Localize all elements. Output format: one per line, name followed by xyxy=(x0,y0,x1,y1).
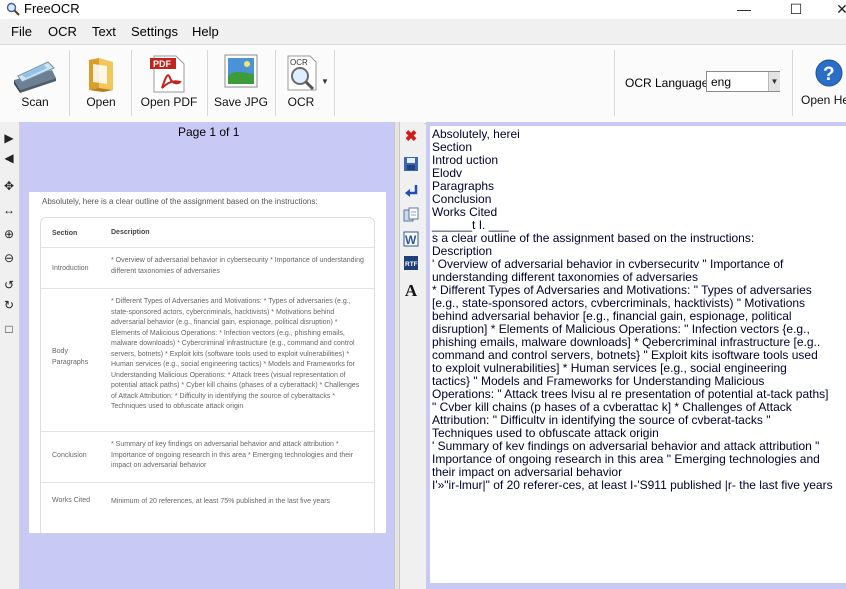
help-icon: ? xyxy=(815,59,843,87)
zoom-in-icon[interactable]: ⊕ xyxy=(2,227,16,241)
freeocr-app-icon xyxy=(6,2,20,16)
ocr-language-value: eng xyxy=(711,75,732,89)
svg-text:PDF: PDF xyxy=(153,59,172,69)
open-help-label: Open He xyxy=(801,93,846,107)
font-icon[interactable]: A xyxy=(403,282,419,299)
folder-icon xyxy=(89,58,113,92)
scan-label: Scan xyxy=(21,95,49,109)
title-bar xyxy=(0,0,846,19)
ocr-language-label: OCR Language: xyxy=(625,76,712,90)
clear-text-icon[interactable]: ✖ xyxy=(403,129,419,145)
menu-file[interactable]: File xyxy=(11,24,32,39)
doc-row-section: Introduction xyxy=(52,265,89,272)
menu-bar xyxy=(0,19,846,44)
maximize-button[interactable]: ☐ xyxy=(776,0,816,19)
open-button[interactable]: Open xyxy=(75,48,127,120)
svg-text:RTF: RTF xyxy=(405,261,418,268)
close-button[interactable]: ✕ xyxy=(822,0,846,19)
copy-to-clipboard-icon[interactable] xyxy=(403,207,419,223)
save-text-icon[interactable] xyxy=(403,156,419,172)
doc-row-description: * Summary of key findings on adversarial… xyxy=(111,441,354,469)
doc-row-section: Works Cited xyxy=(52,497,90,504)
toolbar-separator xyxy=(207,50,208,116)
ocr-label: OCR xyxy=(287,95,315,109)
rotate-right-icon[interactable]: ↻ xyxy=(2,298,16,312)
toolbar-separator xyxy=(131,50,132,116)
remove-line-breaks-icon[interactable] xyxy=(403,183,419,199)
ocr-dropdown-arrow-icon[interactable]: ▼ xyxy=(321,77,329,86)
toolbar-separator xyxy=(275,50,276,116)
text-line: Absolutely, herei xyxy=(432,127,520,141)
open-pdf-label: Open PDF xyxy=(140,95,198,109)
save-jpg-label: Save JPG xyxy=(213,95,269,109)
doc-intro-text: Absolutely, here is a clear outline of t… xyxy=(42,197,318,206)
pdf-icon: PDF xyxy=(150,55,185,93)
text-line: Elodv xyxy=(432,166,463,180)
table-row: Conclusion * Summary of key findings on … xyxy=(41,431,374,482)
table-row: Works Cited Minimum of 20 references, at… xyxy=(41,482,374,533)
rotate-left-icon[interactable]: ↺ xyxy=(2,278,16,292)
table-row: Introduction * Overview of adversarial b… xyxy=(41,247,374,288)
scan-button[interactable]: Scan xyxy=(6,48,64,120)
open-label: Open xyxy=(86,95,116,109)
doc-header-description: Description xyxy=(111,229,150,236)
fit-width-icon[interactable]: ↔ xyxy=(2,203,16,217)
doc-row-description: * Overview of adversarial behavior in cy… xyxy=(111,257,364,275)
image-icon xyxy=(224,54,258,88)
doc-row-section: Conclusion xyxy=(52,452,87,459)
minimize-button[interactable]: — xyxy=(724,0,764,19)
menu-text[interactable]: Text xyxy=(92,24,116,39)
page-indicator: Page 1 of 1 xyxy=(178,125,240,139)
select-region-icon[interactable]: □ xyxy=(2,322,16,336)
text-line: s a clear outline of the assignment base… xyxy=(432,231,755,245)
menu-settings[interactable]: Settings xyxy=(131,24,178,39)
toolbar-separator xyxy=(614,50,615,116)
menu-ocr[interactable]: OCR xyxy=(48,24,77,39)
open-pdf-button[interactable]: PDF Open PDF xyxy=(137,48,201,120)
next-page-icon[interactable]: ▶ xyxy=(2,131,16,145)
toolbar-separator xyxy=(334,50,335,116)
doc-row-section: Body Paragraphs xyxy=(52,348,89,366)
toolbar-separator xyxy=(792,50,793,116)
text-line: Introd uction xyxy=(432,153,499,167)
text-line: I'»"ir-lmur|" of 20 referer-ces, at leas… xyxy=(432,478,833,492)
chevron-down-icon[interactable]: ▼ xyxy=(768,72,780,91)
doc-header-section: Section xyxy=(52,230,78,237)
scanned-document-image: Absolutely, here is a clear outline of t… xyxy=(29,192,386,533)
scanner-icon xyxy=(14,61,56,93)
table-row: Body Paragraphs * Different Types of Adv… xyxy=(41,288,374,431)
move-icon[interactable]: ✥ xyxy=(2,179,16,193)
doc-row-description: * Different Types of Adversaries and Mot… xyxy=(111,298,360,410)
doc-row-description: Minimum of 20 references, at least 75% p… xyxy=(111,498,331,505)
menu-help[interactable]: Help xyxy=(192,24,219,39)
ocr-magnifier-icon: OCR xyxy=(287,55,317,91)
zoom-out-icon[interactable]: ⊖ xyxy=(2,251,16,265)
svg-text:W: W xyxy=(405,233,417,247)
svg-text:?: ? xyxy=(823,64,835,85)
toolbar-separator xyxy=(69,50,70,116)
previous-page-icon[interactable]: ◀ xyxy=(2,151,16,165)
save-jpg-button[interactable]: Save JPG xyxy=(213,48,269,120)
ocr-button[interactable]: OCR OCR xyxy=(280,48,322,120)
text-line: Paragraphs xyxy=(432,179,495,193)
doc-table: Section Description Introduction * Overv… xyxy=(40,217,375,533)
rtf-export-icon[interactable]: RTF xyxy=(403,255,419,271)
svg-text:OCR: OCR xyxy=(290,58,308,67)
open-help-button[interactable]: ? Open He xyxy=(798,48,846,120)
word-export-icon[interactable]: W xyxy=(403,231,419,247)
window-title: FreeOCR xyxy=(24,1,80,16)
ocr-text-output[interactable]: Absolutely, herei Section Introd uction … xyxy=(430,126,846,583)
